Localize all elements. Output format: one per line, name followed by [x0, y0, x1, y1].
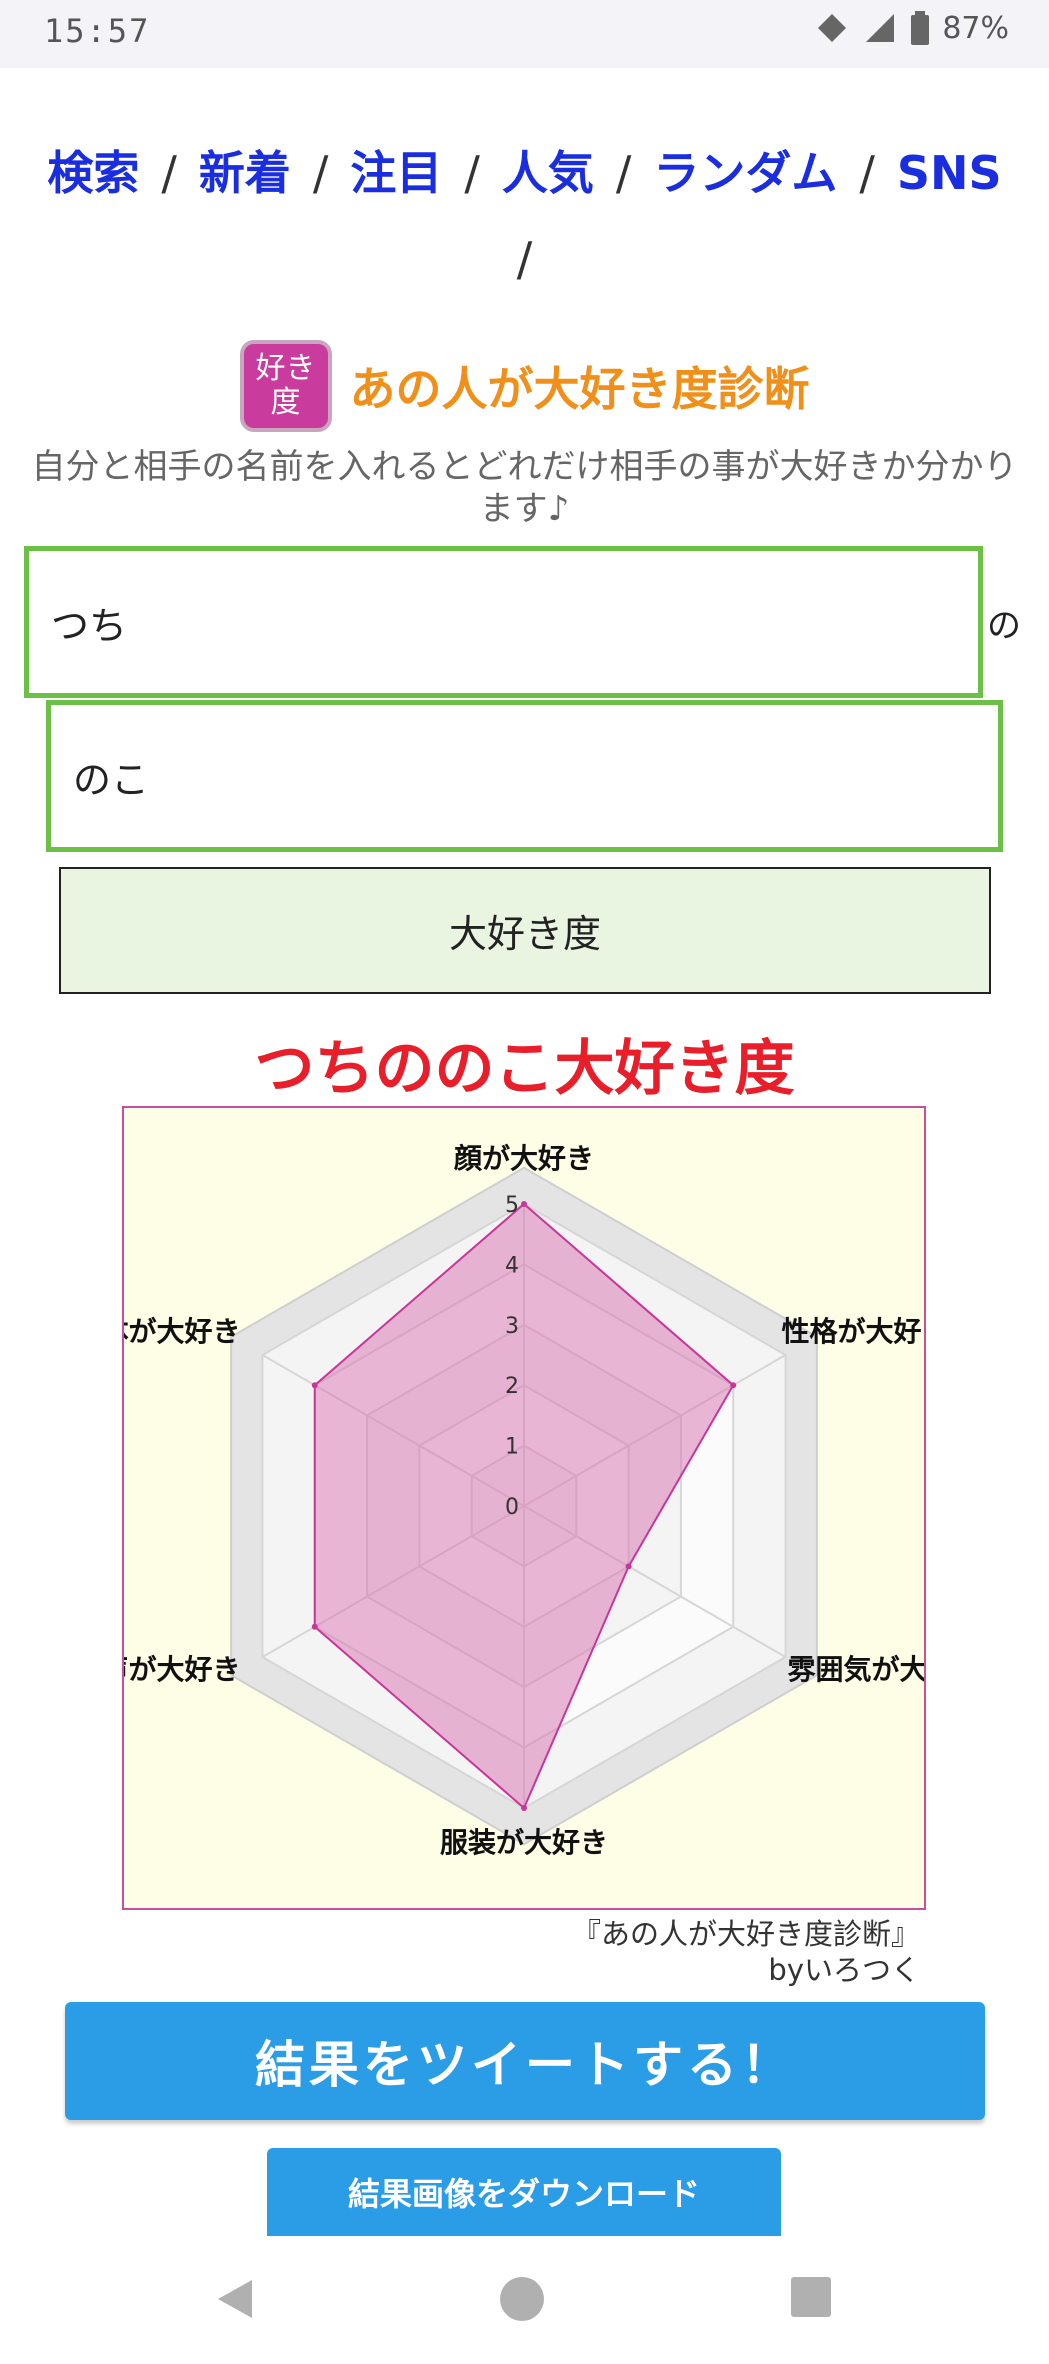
app-header: 好き度 あの人が大好き度診断 [0, 340, 1049, 432]
radar-scale-tick: 4 [505, 1253, 519, 1278]
status-time: 15:57 [44, 12, 151, 50]
connector-label: の [987, 606, 1021, 646]
credit-title: 『あの人が大好き度診断』 [571, 1917, 920, 1951]
result-title: つちののこ大好き度 [254, 1034, 795, 1104]
credit: 『あの人が大好き度診断』 byいろつく [0, 1916, 920, 1988]
data-sync-icon [818, 14, 847, 42]
nav-separator: / [615, 146, 632, 200]
radar-category-label: 声が大好き [124, 1653, 240, 1686]
battery-icon [911, 11, 930, 45]
radar-scale-tick: 2 [505, 1374, 519, 1399]
tweet-result-button[interactable]: 結果をツイートする！ [65, 2002, 985, 2120]
radar-scale-tick: 5 [505, 1193, 519, 1218]
recents-icon[interactable] [790, 2276, 832, 2318]
system-nav-bar [0, 2236, 1049, 2364]
radar-category-label: 顔が大好き [454, 1142, 594, 1175]
back-icon[interactable] [212, 2276, 256, 2322]
app-icon: 好き度 [239, 340, 332, 432]
nav-separator: / [312, 146, 329, 200]
radar-category-label: 雰囲気が大好き [788, 1653, 924, 1686]
your-name-input[interactable]: つち [24, 546, 983, 698]
nav-separator: / [516, 232, 533, 286]
status-bar: 15:57 87% [0, 0, 1049, 68]
radar-chart: 0 1 2 3 4 5 顔が大好き性格が大好き雰囲気が大好き服装が大好き 声が大好き 体が大好き [100, 1142, 983, 1859]
nav-link-sns[interactable]: SNS [897, 146, 1002, 200]
radar-scale-tick: 1 [505, 1435, 519, 1460]
radar-data-point [311, 1623, 318, 1630]
radar-data-point [730, 1382, 737, 1389]
nav-link-popular[interactable]: 人気 [502, 146, 594, 200]
app-title: あの人が大好き度診断 [349, 362, 810, 416]
credit-author: byいろつく [768, 1953, 920, 1987]
battery-level: 87% [942, 10, 1009, 46]
nav-link-search[interactable]: 検索 [47, 146, 139, 200]
diagnose-button[interactable]: 大好き度 [59, 867, 991, 994]
radar-data-point [625, 1563, 632, 1570]
radar-category-label: 服装が大好き [440, 1826, 608, 1859]
app-description: 自分と相手の名前を入れるとどれだけ相手の事が大好きか分かります♪ [31, 447, 1018, 529]
radar-category-label: 性格が大好き [782, 1315, 924, 1348]
nav-link-new[interactable]: 新着 [199, 146, 291, 200]
radar-data-point [311, 1382, 318, 1389]
radar-category-label: 体が大好き [124, 1315, 240, 1348]
nav-separator: / [464, 146, 480, 200]
radar-scale-tick: 3 [505, 1314, 519, 1339]
signal-icon [866, 14, 895, 42]
download-image-button[interactable]: 結果画像をダウンロード [267, 2148, 781, 2236]
their-name-input[interactable]: のこ [46, 700, 1003, 852]
top-nav: 検索 / 新着 / 注目 / 人気 / ランダム / SNS / [0, 130, 1049, 302]
nav-link-random[interactable]: ランダム [653, 146, 837, 200]
radar-chart-box: 0 1 2 3 4 5 顔が大好き性格が大好き雰囲気が大好き服装が大好き 声が大好き 体が大好き [100, 1106, 984, 1910]
radar-scale-tick: 0 [505, 1495, 519, 1520]
nav-separator: / [161, 146, 177, 200]
status-icons: 87% [814, 10, 1009, 46]
radar-data-point [521, 1201, 527, 1207]
nav-separator: / [859, 146, 875, 200]
home-icon[interactable] [499, 2276, 545, 2322]
nav-link-featured[interactable]: 注目 [350, 146, 442, 200]
radar-data-point [521, 1805, 527, 1811]
